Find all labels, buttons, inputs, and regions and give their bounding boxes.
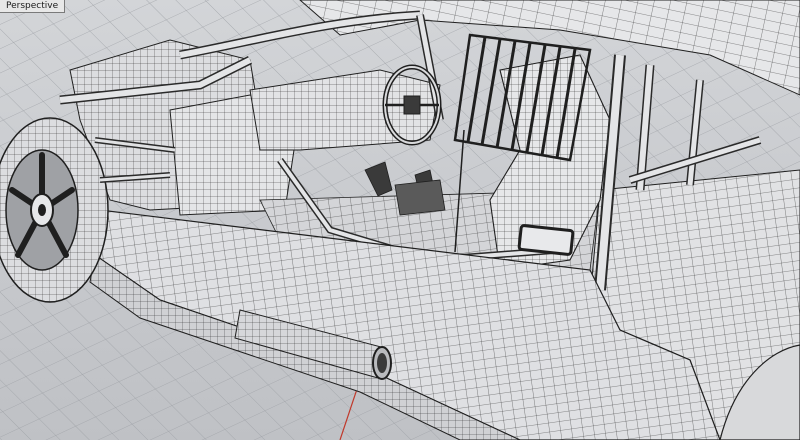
wireframe-car-model[interactable] (0, 0, 800, 440)
front-wheel (0, 117, 109, 303)
viewport-title-tab[interactable]: Perspective (0, 0, 66, 13)
side-mirror (517, 224, 575, 256)
perspective-viewport[interactable]: Perspective (0, 0, 800, 440)
